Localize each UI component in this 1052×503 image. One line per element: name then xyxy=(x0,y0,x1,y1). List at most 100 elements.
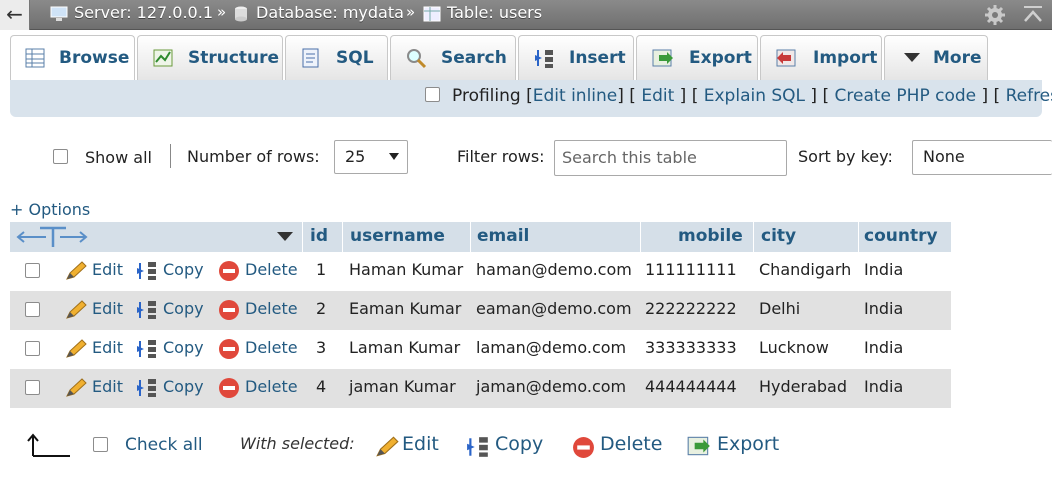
breadcrumb-server[interactable]: Server: 127.0.0.1 xyxy=(74,3,213,22)
sort-by-key-select[interactable]: None xyxy=(912,140,1052,175)
tab-search[interactable]: Search xyxy=(390,35,516,80)
delete-icon[interactable] xyxy=(218,260,240,282)
gear-icon[interactable] xyxy=(984,4,1006,26)
number-of-rows-select[interactable]: 25 xyxy=(334,140,408,174)
pencil-icon[interactable] xyxy=(64,377,88,399)
copy-icon[interactable] xyxy=(136,260,158,282)
column-header-mobile[interactable]: mobile xyxy=(678,226,743,246)
row-copy-link[interactable]: Copy xyxy=(163,299,204,318)
cell-username: Haman Kumar xyxy=(349,260,464,279)
column-header-email[interactable]: email xyxy=(477,226,529,246)
cell-city: Hyderabad xyxy=(759,377,847,396)
row-checkbox[interactable] xyxy=(25,380,40,395)
create-php-code-link[interactable]: Create PHP code xyxy=(835,86,977,106)
row-delete-link[interactable]: Delete xyxy=(245,338,298,357)
row-checkbox[interactable] xyxy=(25,302,40,317)
profiling-checkbox[interactable] xyxy=(425,87,440,102)
column-header-id[interactable]: id xyxy=(310,226,328,246)
breadcrumb-database[interactable]: Database: mydata xyxy=(256,3,404,22)
collapse-icon[interactable] xyxy=(1022,5,1044,25)
column-header-country[interactable]: country xyxy=(864,226,938,246)
row-delete-link[interactable]: Delete xyxy=(245,260,298,279)
column-header-city[interactable]: city xyxy=(761,226,796,246)
column-arrows-icon[interactable] xyxy=(16,225,90,249)
tab-export-label: Export xyxy=(689,48,752,68)
row-copy-link[interactable]: Copy xyxy=(163,260,204,279)
show-all-label: Show all xyxy=(85,148,152,167)
edit-inline-link[interactable]: Edit inline xyxy=(533,86,618,106)
copy-icon[interactable] xyxy=(466,435,490,459)
delete-icon[interactable] xyxy=(218,338,240,360)
row-edit-link[interactable]: Edit xyxy=(92,338,123,357)
sort-caret-down-icon[interactable] xyxy=(276,231,294,243)
row-delete-link[interactable]: Delete xyxy=(245,377,298,396)
row-edit-link[interactable]: Edit xyxy=(92,299,123,318)
row-delete-link[interactable]: Delete xyxy=(245,299,298,318)
back-arrow-icon[interactable]: ← xyxy=(0,0,30,30)
column-separator xyxy=(640,222,641,252)
copy-icon[interactable] xyxy=(136,299,158,321)
cell-country: India xyxy=(864,260,904,279)
row-copy-link[interactable]: Copy xyxy=(163,377,204,396)
bulk-copy-button[interactable]: Copy xyxy=(495,433,543,455)
pencil-icon[interactable] xyxy=(64,260,88,282)
tab-browse[interactable]: Browse xyxy=(10,35,135,80)
bulk-edit-button[interactable]: Edit xyxy=(402,433,439,455)
tab-more[interactable]: More xyxy=(884,35,988,80)
export-icon xyxy=(652,49,673,67)
copy-icon[interactable] xyxy=(136,338,158,360)
tab-sql[interactable]: SQL xyxy=(285,35,388,80)
filter-rows-input[interactable]: Search this table xyxy=(554,140,787,176)
options-link[interactable]: + Options xyxy=(10,200,90,219)
breadcrumb-separator: » xyxy=(217,3,227,21)
delete-icon[interactable] xyxy=(218,377,240,399)
cell-mobile: 222222222 xyxy=(645,299,737,318)
delete-icon[interactable] xyxy=(572,436,595,459)
show-all-checkbox[interactable] xyxy=(53,149,68,164)
cell-city: Delhi xyxy=(759,299,801,318)
tab-sql-label: SQL xyxy=(336,48,374,68)
row-edit-link[interactable]: Edit xyxy=(92,260,123,279)
row-checkbox[interactable] xyxy=(25,263,40,278)
tab-import-label: Import xyxy=(813,48,878,68)
pencil-icon[interactable] xyxy=(374,435,400,459)
tab-structure-label: Structure xyxy=(188,48,280,68)
export-icon[interactable] xyxy=(686,435,712,457)
cell-email: jaman@demo.com xyxy=(476,377,627,396)
delete-icon[interactable] xyxy=(218,299,240,321)
copy-icon[interactable] xyxy=(136,377,158,399)
tab-import[interactable]: Import xyxy=(760,35,882,80)
check-all-label[interactable]: Check all xyxy=(125,435,203,455)
tab-export[interactable]: Export xyxy=(636,35,758,80)
cell-mobile: 444444444 xyxy=(645,377,737,396)
cell-country: India xyxy=(864,377,904,396)
cell-email: haman@demo.com xyxy=(476,260,632,279)
cell-city: Chandigarh xyxy=(759,260,852,279)
row-copy-link[interactable]: Copy xyxy=(163,338,204,357)
sort-by-key-value: None xyxy=(923,147,965,166)
tab-browse-label: Browse xyxy=(59,48,130,68)
tab-search-label: Search xyxy=(441,48,507,68)
search-icon xyxy=(407,49,427,69)
with-selected-label: With selected: xyxy=(240,434,355,453)
breadcrumb-table[interactable]: Table: users xyxy=(447,3,542,22)
tab-insert[interactable]: Insert xyxy=(518,35,634,80)
check-all-checkbox[interactable] xyxy=(93,437,108,452)
pencil-icon[interactable] xyxy=(64,299,88,321)
column-header-username[interactable]: username xyxy=(350,226,445,246)
cell-id: 3 xyxy=(316,338,327,357)
cell-username: Eaman Kumar xyxy=(349,299,462,318)
caret-down-icon xyxy=(904,53,920,62)
edit-link[interactable]: Edit xyxy=(641,86,674,106)
explain-sql-link[interactable]: Explain SQL xyxy=(704,86,805,106)
bulk-delete-button[interactable]: Delete xyxy=(600,433,662,455)
row-checkbox[interactable] xyxy=(25,341,40,356)
tab-structure[interactable]: Structure xyxy=(137,35,283,80)
column-separator xyxy=(342,222,343,252)
refresh-link[interactable]: Refresh xyxy=(1006,86,1052,106)
filter-rows-label: Filter rows: xyxy=(457,147,545,166)
pencil-icon[interactable] xyxy=(64,338,88,360)
tab-more-label: More xyxy=(933,48,982,68)
bulk-export-button[interactable]: Export xyxy=(717,433,779,455)
row-edit-link[interactable]: Edit xyxy=(92,377,123,396)
